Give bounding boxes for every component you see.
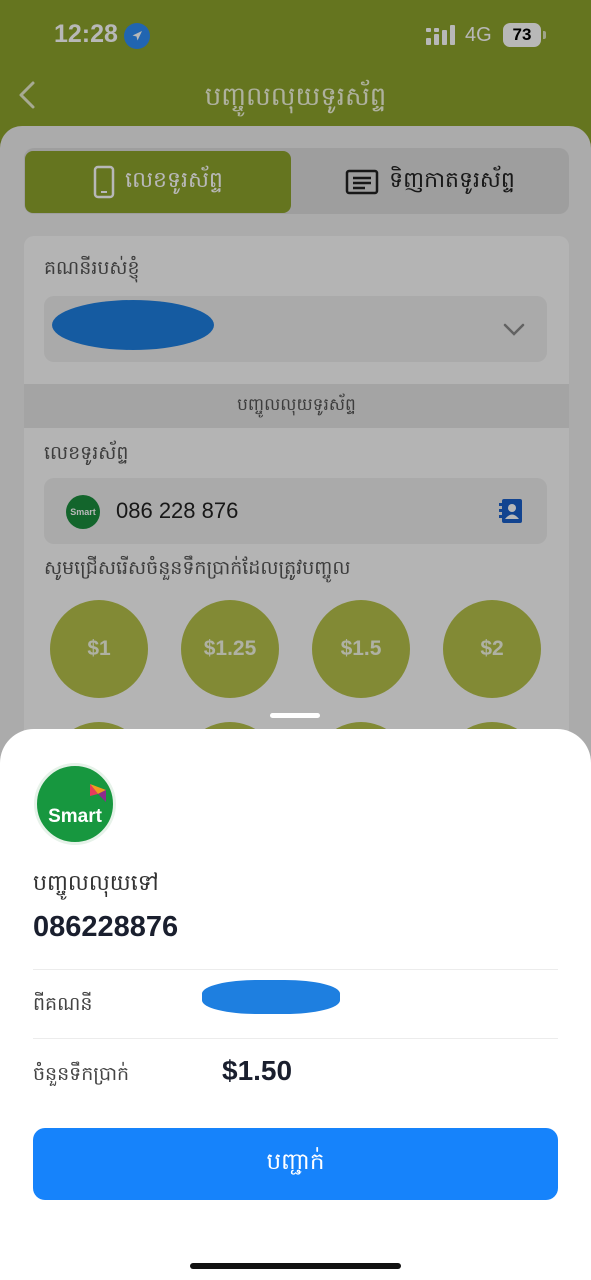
smart-logo: Smart <box>34 763 116 845</box>
redaction-mark <box>202 980 340 1014</box>
divider <box>33 1038 558 1039</box>
divider <box>33 969 558 970</box>
smart-logo-mark <box>90 784 106 802</box>
home-indicator <box>190 1263 401 1269</box>
topup-to-label: បញ្ចូលលុយទៅ <box>33 871 159 896</box>
confirm-sheet: Smart បញ្ចូលលុយទៅ 086228876 ពីគណនី 29462… <box>0 729 591 1280</box>
confirm-button[interactable]: បញ្ជាក់ <box>33 1128 558 1200</box>
amount-label: ចំនួនទឹកប្រាក់ <box>33 1063 130 1085</box>
smart-logo-text: Smart <box>48 806 102 827</box>
recipient-number: 086228876 <box>33 911 179 943</box>
from-account-label: ពីគណនី <box>33 993 93 1015</box>
amount-value: $1.50 <box>222 1055 293 1086</box>
sheet-drag-handle[interactable] <box>270 713 320 718</box>
